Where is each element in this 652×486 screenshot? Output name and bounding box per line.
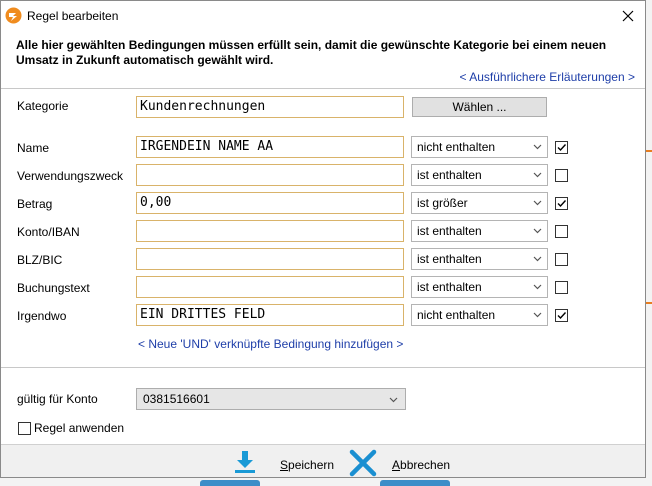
- chevron-down-icon: [533, 284, 542, 290]
- window-title: Regel bearbeiten: [27, 9, 119, 23]
- condition-operator-irgendwo[interactable]: nicht enthalten: [411, 304, 548, 326]
- close-icon: [622, 10, 634, 22]
- section-divider: [1, 367, 645, 368]
- save-button[interactable]: Speichern: [280, 458, 334, 472]
- apply-rule-label[interactable]: Regel anwenden: [34, 421, 124, 435]
- dialog-header: Alle hier gewählten Bedingungen müssen e…: [1, 31, 645, 89]
- add-condition-link[interactable]: < Neue 'UND' verknüpfte Bedingung hinzuf…: [138, 337, 403, 351]
- chevron-down-icon: [533, 200, 542, 206]
- title-bar: Regel bearbeiten: [1, 1, 645, 31]
- more-explanations-link[interactable]: < Ausführlichere Erläuterungen >: [460, 70, 635, 84]
- condition-input-irgendwo[interactable]: EIN DRITTES FELD: [136, 304, 404, 326]
- condition-operator-betrag[interactable]: ist größer: [411, 192, 548, 214]
- condition-checkbox-betrag[interactable]: [555, 197, 568, 210]
- condition-label-verwendungszweck: Verwendungszweck: [17, 169, 124, 183]
- chevron-down-icon: [533, 312, 542, 318]
- condition-input-name[interactable]: IRGENDEIN NAME AA: [136, 136, 404, 158]
- background-accent-stripe: [646, 302, 652, 304]
- condition-operator-blz-bic[interactable]: ist enthalten: [411, 248, 548, 270]
- chevron-down-icon: [533, 144, 542, 150]
- condition-operator-verwendungszweck[interactable]: ist enthalten: [411, 164, 548, 186]
- account-select[interactable]: 0381516601: [136, 388, 406, 410]
- check-icon: [557, 312, 567, 320]
- operator-value: ist größer: [417, 196, 468, 210]
- condition-label-name: Name: [17, 141, 50, 155]
- app-logo-icon: [5, 7, 22, 24]
- background-accent-stripe: [646, 150, 652, 152]
- operator-value: nicht enthalten: [417, 308, 496, 322]
- x-cancel-icon[interactable]: [349, 449, 377, 477]
- condition-checkbox-blz-bic[interactable]: [555, 253, 568, 266]
- condition-label-konto-iban: Konto/IBAN: [17, 225, 80, 239]
- operator-value: ist enthalten: [417, 280, 482, 294]
- category-field[interactable]: Kundenrechnungen: [136, 96, 404, 118]
- check-icon: [557, 200, 567, 208]
- chevron-down-icon: [533, 256, 542, 262]
- apply-rule-checkbox[interactable]: [18, 422, 31, 435]
- condition-input-konto-iban[interactable]: [136, 220, 404, 242]
- condition-operator-buchungstext[interactable]: ist enthalten: [411, 276, 548, 298]
- chevron-down-icon: [533, 228, 542, 234]
- chevron-down-icon: [533, 172, 542, 178]
- background-window-bottom: [0, 478, 652, 486]
- account-value: 0381516601: [143, 392, 210, 406]
- category-label: Kategorie: [17, 99, 69, 113]
- condition-operator-name[interactable]: nicht enthalten: [411, 136, 548, 158]
- condition-input-betrag[interactable]: 0,00: [136, 192, 404, 214]
- check-icon: [557, 144, 567, 152]
- condition-label-irgendwo: Irgendwo: [17, 309, 67, 323]
- rule-edit-dialog: Regel bearbeiten Alle hier gewählten Bed…: [0, 0, 646, 478]
- condition-label-betrag: Betrag: [17, 197, 53, 211]
- condition-label-buchungstext: Buchungstext: [17, 281, 90, 295]
- condition-label-blz-bic: BLZ/BIC: [17, 253, 63, 267]
- condition-checkbox-verwendungszweck[interactable]: [555, 169, 568, 182]
- cancel-button[interactable]: Abbrechen: [392, 458, 450, 472]
- choose-category-button[interactable]: Wählen ...: [412, 97, 547, 117]
- operator-value: ist enthalten: [417, 252, 482, 266]
- background-window-edge: [646, 0, 652, 486]
- condition-input-buchungstext[interactable]: [136, 276, 404, 298]
- condition-checkbox-irgendwo[interactable]: [555, 309, 568, 322]
- dialog-footer: Speichern Abbrechen: [1, 444, 645, 477]
- operator-value: nicht enthalten: [417, 140, 496, 154]
- condition-checkbox-konto-iban[interactable]: [555, 225, 568, 238]
- operator-value: ist enthalten: [417, 168, 482, 182]
- background-shape: [380, 480, 450, 486]
- background-shape: [200, 480, 260, 486]
- chevron-down-icon: [389, 397, 398, 403]
- close-button[interactable]: [611, 1, 645, 31]
- condition-checkbox-buchungstext[interactable]: [555, 281, 568, 294]
- condition-checkbox-name[interactable]: [555, 141, 568, 154]
- account-label: gültig für Konto: [17, 392, 98, 406]
- condition-operator-konto-iban[interactable]: ist enthalten: [411, 220, 548, 242]
- download-save-icon[interactable]: [232, 449, 258, 475]
- condition-input-verwendungszweck[interactable]: [136, 164, 404, 186]
- operator-value: ist enthalten: [417, 224, 482, 238]
- header-description: Alle hier gewählten Bedingungen müssen e…: [16, 38, 607, 67]
- condition-input-blz-bic[interactable]: [136, 248, 404, 270]
